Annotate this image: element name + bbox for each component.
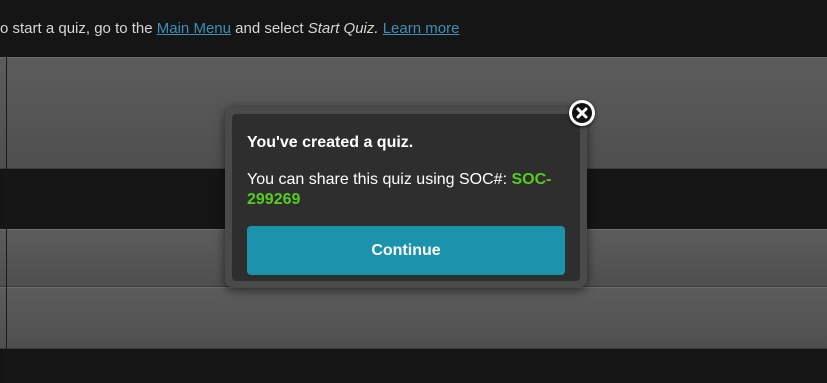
notice-text: o start a quiz, go to the Main Menu and …	[0, 20, 459, 37]
left-border	[6, 57, 7, 383]
continue-button[interactable]: Continue	[247, 226, 565, 275]
list-separator	[0, 349, 827, 383]
main-menu-link[interactable]: Main Menu	[157, 20, 231, 37]
close-icon	[572, 103, 592, 123]
dialog-message: You can share this quiz using SOC#: SOC-…	[247, 170, 567, 210]
close-button[interactable]	[569, 100, 595, 126]
share-message: You can share this quiz using SOC#:	[247, 171, 512, 188]
quiz-created-dialog: You've created a quiz. You can share thi…	[225, 107, 587, 288]
notice-prefix: o start a quiz, go to the	[0, 20, 157, 37]
list-row	[0, 287, 827, 349]
start-quiz-text: Start Quiz.	[307, 20, 379, 37]
notice-middle: and select	[230, 20, 308, 37]
top-notice-bar: o start a quiz, go to the Main Menu and …	[0, 0, 827, 57]
learn-more-link[interactable]: Learn more	[383, 20, 460, 37]
dialog-title: You've created a quiz.	[247, 134, 414, 151]
dialog-panel: You've created a quiz. You can share thi…	[232, 114, 580, 281]
